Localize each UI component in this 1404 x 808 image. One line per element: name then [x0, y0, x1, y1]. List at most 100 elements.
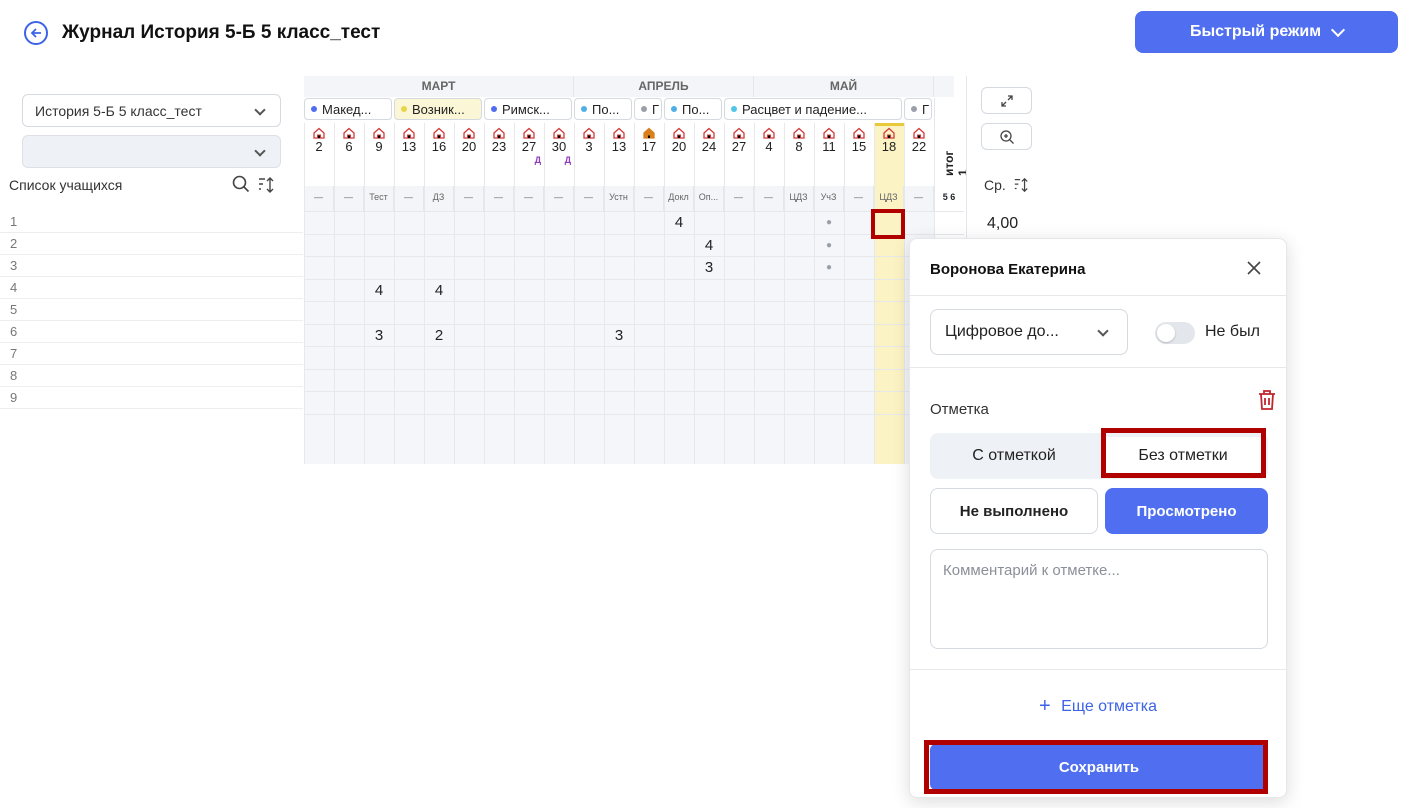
dot-icon: ● [825, 239, 833, 251]
topic-chip[interactable]: Г [634, 98, 662, 120]
work-type-cell[interactable]: — [844, 186, 874, 211]
date-column-header[interactable]: 8 [784, 123, 814, 165]
work-type-cell[interactable]: — [394, 186, 424, 211]
chevron-down-icon [254, 104, 266, 116]
date-column-header[interactable]: 20 [454, 123, 484, 165]
student-row-number[interactable]: 8 [0, 365, 303, 387]
expand-button[interactable] [981, 87, 1032, 114]
home-icon [883, 127, 895, 139]
topic-chip[interactable]: По... [664, 98, 722, 120]
grade-cell[interactable]: 2 [424, 327, 454, 344]
work-type-cell[interactable]: — [514, 186, 544, 211]
work-type-cell[interactable]: ДЗ [424, 186, 454, 211]
selected-grade-cell[interactable] [871, 209, 905, 239]
work-type-cell[interactable]: — [634, 186, 664, 211]
work-type-cell[interactable]: Оп... [694, 186, 724, 211]
date-column-header[interactable]: 20 [664, 123, 694, 165]
topic-chip[interactable]: Расцвет и падение... [724, 98, 902, 120]
student-row-number[interactable]: 6 [0, 321, 303, 343]
back-button[interactable] [24, 21, 48, 45]
grade-cell[interactable]: 4 [364, 282, 394, 299]
student-row-number[interactable]: 1 [0, 211, 303, 233]
topic-chip[interactable]: Римск... [484, 98, 572, 120]
work-type-cell[interactable]: — [724, 186, 754, 211]
grade-cell[interactable]: 4 [694, 237, 724, 254]
work-type-cell[interactable]: Устн [604, 186, 634, 211]
grade-cell[interactable]: 4 [424, 282, 454, 299]
date-column-header[interactable]: 11 [814, 123, 844, 165]
work-type-cell[interactable]: — [574, 186, 604, 211]
work-type-cell[interactable]: — [304, 186, 334, 211]
work-type-cell[interactable]: ЦДЗ [784, 186, 814, 211]
work-type-cell[interactable]: Докл [664, 186, 694, 211]
day-mark [694, 155, 724, 165]
zoom-in-icon [999, 129, 1014, 144]
work-type-cell[interactable]: ЦДЗ [874, 186, 904, 211]
student-row-number[interactable]: 7 [0, 343, 303, 365]
sort-icon[interactable] [1013, 177, 1029, 193]
filter-select[interactable] [22, 135, 281, 168]
date-column-header[interactable]: 27 [724, 123, 754, 165]
topic-label: Возник... [412, 101, 465, 117]
date-column-header[interactable]: 6 [334, 123, 364, 165]
date-column-header[interactable]: 24 [694, 123, 724, 165]
date-column-header[interactable]: 13 [394, 123, 424, 165]
work-type-select[interactable]: Цифровое до... [930, 309, 1128, 355]
sort-icon[interactable] [257, 176, 275, 194]
work-type-cell[interactable]: УчЗ [814, 186, 844, 211]
day-mark [814, 155, 844, 165]
grade-cell[interactable]: 4 [664, 214, 694, 231]
viewed-button[interactable]: Просмотрено [1105, 488, 1268, 534]
search-icon[interactable] [232, 175, 250, 193]
topic-chip[interactable]: Г [904, 98, 932, 120]
date-column-header[interactable]: 18 [874, 123, 904, 165]
work-type-cell[interactable]: — [484, 186, 514, 211]
date-column-header[interactable]: 13 [604, 123, 634, 165]
work-type-cell[interactable]: — [754, 186, 784, 211]
student-row-number[interactable]: 4 [0, 277, 303, 299]
topic-chip[interactable]: По... [574, 98, 632, 120]
date-column-header[interactable]: 27 Д [514, 123, 544, 165]
date-column-header[interactable]: 22 [904, 123, 934, 165]
day-number: 15 [851, 139, 867, 154]
student-row-number[interactable]: 9 [0, 387, 303, 409]
date-column-header[interactable]: 23 [484, 123, 514, 165]
group-select[interactable]: История 5-Б 5 класс_тест [22, 94, 281, 127]
date-column-header[interactable]: 2 [304, 123, 334, 165]
with-mark-option[interactable]: С отметкой [930, 433, 1098, 479]
date-column-header[interactable]: 15 [844, 123, 874, 165]
work-type-cell[interactable]: — [334, 186, 364, 211]
date-column-header[interactable]: 9 [364, 123, 394, 165]
grade-cell[interactable]: 3 [364, 327, 394, 344]
topic-chip[interactable]: Макед... [304, 98, 392, 120]
close-icon[interactable] [1245, 259, 1263, 277]
absent-toggle[interactable] [1155, 322, 1195, 344]
work-type-cell[interactable]: — [454, 186, 484, 211]
work-type-cell[interactable]: Тест [364, 186, 394, 211]
topic-chip[interactable]: Возник... [394, 98, 482, 120]
grade-cell[interactable]: 3 [604, 327, 634, 344]
add-mark-button[interactable]: + Еще отметка [910, 695, 1286, 718]
grid-line [304, 256, 964, 257]
date-column-header[interactable]: 4 [754, 123, 784, 165]
students-list-label: Список учащихся [9, 177, 123, 193]
zoom-button[interactable] [981, 123, 1032, 150]
student-row-number[interactable]: 5 [0, 299, 303, 321]
student-row-number[interactable]: 2 [0, 233, 303, 255]
comment-field[interactable]: Комментарий к отметке... [930, 549, 1268, 649]
date-column-header[interactable]: 30 Д [544, 123, 574, 165]
month-label: МАЙ [754, 76, 934, 97]
date-column-header[interactable]: 16 [424, 123, 454, 165]
work-type-cell[interactable]: — [904, 186, 934, 211]
date-column-header[interactable]: 17 [634, 123, 664, 165]
add-mark-label: Еще отметка [1061, 698, 1157, 715]
work-type-cell[interactable]: — [544, 186, 574, 211]
quick-mode-button[interactable]: Быстрый режим [1135, 11, 1398, 53]
date-column-header[interactable]: 3 [574, 123, 604, 165]
student-row-number[interactable]: 3 [0, 255, 303, 277]
trash-icon[interactable] [1257, 389, 1277, 411]
topic-dot-icon [311, 106, 317, 112]
day-mark [394, 155, 424, 165]
not-done-button[interactable]: Не выполнено [930, 488, 1098, 534]
grade-cell[interactable]: 3 [694, 259, 724, 276]
